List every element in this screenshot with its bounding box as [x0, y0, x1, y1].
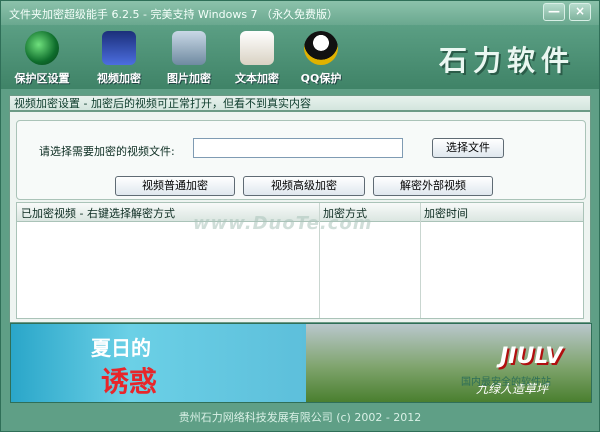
- column-header-video[interactable]: 已加密视频 - 右键选择解密方式: [21, 205, 175, 221]
- main-toolbar: 保护区设置 视频加密 图片加密 文本加密 QQ保护 石力软件: [1, 25, 599, 89]
- column-divider: [420, 203, 421, 318]
- column-header-time[interactable]: 加密时间: [424, 205, 468, 221]
- watermark: www.DuoTe.com: [193, 213, 373, 234]
- tool-video-encrypt[interactable]: 视频加密: [87, 31, 151, 85]
- qq-penguin-icon: [304, 31, 338, 65]
- tool-label: 图片加密: [167, 72, 211, 85]
- photo-icon: [172, 31, 206, 65]
- tool-photo-encrypt[interactable]: 图片加密: [157, 31, 221, 85]
- title-bar[interactable]: 文件夹加密超级能手 6.2.5 - 完美支持 Windows 7 （永久免费版）…: [1, 1, 599, 25]
- file-select-group: 请选择需要加密的视频文件: 选择文件 视频普通加密 视频高级加密 解密外部视频: [16, 120, 586, 200]
- jiulv-logo: JIULV: [500, 344, 563, 369]
- app-window: 文件夹加密超级能手 6.2.5 - 完美支持 Windows 7 （永久免费版）…: [0, 0, 600, 432]
- tool-label: 视频加密: [97, 72, 141, 85]
- tool-label: QQ保护: [300, 72, 342, 85]
- close-button[interactable]: ×: [569, 3, 591, 21]
- video-encrypt-panel: 请选择需要加密的视频文件: 选择文件 视频普通加密 视频高级加密 解密外部视频 …: [9, 111, 591, 323]
- decrypt-external-button[interactable]: 解密外部视频: [373, 176, 493, 196]
- tool-label: 文本加密: [235, 72, 279, 85]
- tool-qq-protect[interactable]: QQ保护: [291, 31, 351, 85]
- section-title: 视频加密设置 - 加密后的视频可正常打开，但看不到真实内容: [9, 95, 591, 111]
- brand-logo: 石力软件: [438, 44, 575, 77]
- banner-left: 夏日的 诱惑: [11, 324, 306, 402]
- window-title: 文件夹加密超级能手 6.2.5 - 完美支持 Windows 7 （永久免费版）: [9, 8, 339, 21]
- document-icon: [240, 31, 274, 65]
- tool-label: 保护区设置: [14, 72, 70, 85]
- copyright-footer: 贵州石力网络科技发展有限公司 (c) 2002 - 2012: [1, 405, 599, 431]
- tool-protect-zone[interactable]: 保护区设置: [7, 31, 77, 85]
- minimize-button[interactable]: —: [543, 3, 565, 21]
- advanced-encrypt-button[interactable]: 视频高级加密: [243, 176, 365, 196]
- banner-text-temptation: 诱惑: [101, 365, 158, 398]
- choose-file-button[interactable]: 选择文件: [432, 138, 504, 158]
- protect-zone-icon: [25, 31, 59, 65]
- tool-text-encrypt[interactable]: 文本加密: [225, 31, 289, 85]
- site-caption: 国内最安全的软件站: [461, 377, 551, 388]
- video-clapper-icon: [102, 31, 136, 65]
- banner-right: JIULV 九绿人造草坪: [306, 324, 591, 402]
- normal-encrypt-button[interactable]: 视频普通加密: [115, 176, 235, 196]
- file-select-label: 请选择需要加密的视频文件:: [39, 145, 175, 158]
- ad-banner[interactable]: 夏日的 诱惑 JIULV 九绿人造草坪: [10, 323, 592, 403]
- file-path-input[interactable]: [193, 138, 403, 158]
- encrypted-video-list[interactable]: 已加密视频 - 右键选择解密方式 加密方式 加密时间 www.DuoTe.com: [16, 202, 584, 319]
- banner-text-summer: 夏日的: [91, 336, 151, 360]
